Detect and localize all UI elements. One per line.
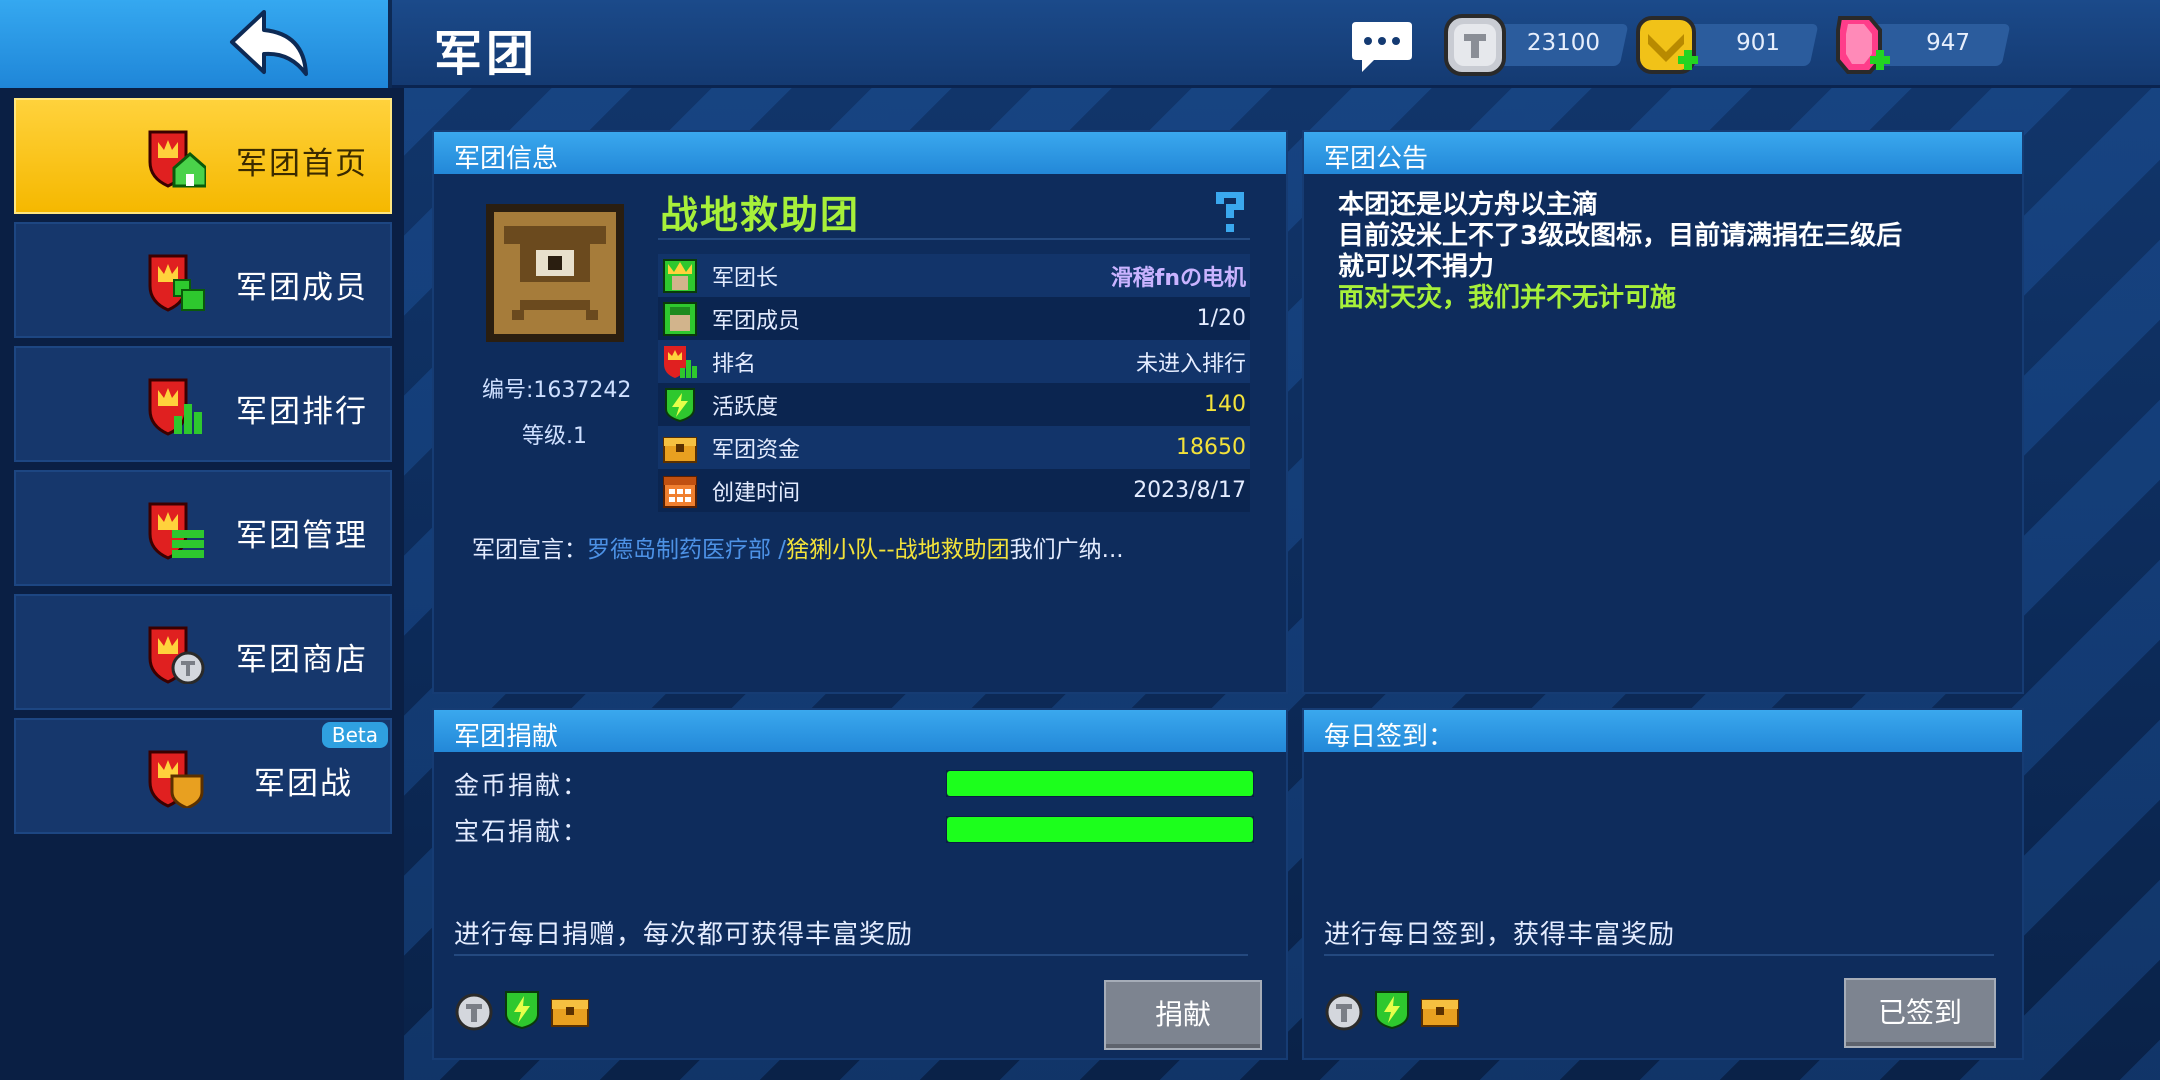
clan-notice-text: 本团还是以方舟以主滴 目前没米上不了3级改图标，目前请满捐在三级后 就可以不捐力… (1338, 190, 1988, 314)
member-icon (663, 301, 697, 336)
treasury-icon (663, 436, 697, 463)
coin-donate-progress (946, 770, 1254, 797)
gem-donate-fill (947, 817, 1253, 842)
created-date: 2023/8/17 (1133, 478, 1246, 503)
silver-coin-value: 23100 (1526, 30, 1600, 56)
activity-value: 140 (1204, 392, 1246, 417)
clan-manage-icon (148, 502, 204, 560)
sidebar-item-clan-members[interactable]: 军团成员 (14, 222, 392, 338)
sidebar-item-label: 军团首页 (236, 146, 368, 182)
gem-value: 947 (1926, 30, 1970, 56)
silver-coin-icon (455, 993, 493, 1031)
treasury-value: 18650 (1176, 435, 1246, 460)
sidebar-item-clan-manage[interactable]: 军团管理 (14, 470, 392, 586)
page-title: 军团 (434, 26, 539, 82)
row-label: 排名 (712, 351, 757, 377)
declaration-highlight: 猞猁小队--战地救助团 (786, 537, 1010, 563)
clan-home-icon (148, 130, 206, 188)
donate-button[interactable]: 捐献 (1104, 980, 1262, 1050)
sidebar-item-label: 军团成员 (236, 270, 368, 306)
top-bar: 军团 23100 901 947 (0, 0, 2160, 88)
gold-value: 901 (1736, 30, 1780, 56)
clan-info-table: 军团长 滑稽fnの电机 军团成员 1/20 排名 未进入排行 活跃度 140 军… (658, 254, 1250, 512)
info-row-rank: 排名 未进入排行 (658, 340, 1250, 383)
treasury-icon (1421, 999, 1459, 1027)
gem-donate-progress (946, 816, 1254, 843)
clan-info-header: 军团信息 (434, 132, 1286, 174)
checked-in-button[interactable]: 已签到 (1844, 978, 1996, 1048)
sidebar-item-clan-shop[interactable]: 军团商店 (14, 594, 392, 710)
clan-emblem-icon (486, 204, 624, 342)
treasury-icon (551, 999, 589, 1027)
sidebar-item-label: 军团战 (254, 766, 353, 802)
activity-icon (505, 991, 539, 1030)
calendar-icon (663, 475, 697, 508)
clan-shop-icon (148, 626, 205, 684)
activity-icon (665, 387, 695, 422)
help-icon[interactable] (1212, 186, 1248, 236)
declaration-rest: 我们广纳... (1009, 537, 1124, 563)
row-label: 创建时间 (712, 480, 801, 506)
divider (454, 954, 1248, 956)
activity-icon (1375, 991, 1409, 1030)
rank-value: 未进入排行 (1135, 351, 1246, 377)
divider (1324, 954, 1994, 956)
sidebar-item-clan-ranking[interactable]: 军团排行 (14, 346, 392, 462)
row-label: 军团成员 (712, 308, 801, 334)
sidebar-item-label: 军团排行 (236, 394, 368, 430)
pink-gem-icon[interactable] (1826, 12, 1892, 78)
clan-donate-header: 军团捐献 (434, 710, 1286, 752)
clan-declaration: 军团宣言：罗德岛制药医疗部 /猞猁小队--战地救助团我们广纳... (472, 530, 1252, 564)
checkin-hint: 进行每日签到，获得丰富奖励 (1324, 920, 1676, 950)
daily-checkin-header: 每日签到： (1304, 710, 2022, 752)
clan-members-icon (148, 254, 205, 312)
notice-line: 本团还是以方舟以主滴 (1338, 190, 1599, 220)
gold-chevron-icon[interactable] (1634, 12, 1700, 78)
clan-notice-header: 军团公告 (1304, 132, 2022, 174)
divider (658, 238, 1250, 240)
notice-highlight: 面对天灾，我们并不无计可施 (1338, 283, 1677, 313)
info-row-members: 军团成员 1/20 (658, 297, 1250, 340)
gem-donate-label: 宝石捐献： (454, 817, 590, 846)
clan-id: 编号:1637242 (482, 378, 632, 403)
notice-line: 目前没米上不了3级改图标，目前请满捐在三级后 (1338, 221, 1903, 251)
beta-badge: Beta (321, 722, 388, 748)
row-label: 军团资金 (712, 437, 801, 463)
info-row-created: 创建时间 2023/8/17 (658, 469, 1250, 512)
leader-name[interactable]: 滑稽fnの电机 (1111, 260, 1246, 292)
declaration-label: 军团宣言： (472, 537, 587, 563)
coin-donate-fill (947, 771, 1253, 796)
back-arrow-icon[interactable] (228, 8, 312, 80)
notice-line: 就可以不捐力 (1338, 252, 1495, 282)
clan-name: 战地救助团 (660, 193, 861, 237)
back-area (0, 0, 392, 88)
info-row-treasury: 军团资金 18650 (658, 426, 1250, 469)
leader-icon (663, 258, 697, 293)
declaration-text: 罗德岛制药医疗部 / (587, 537, 787, 563)
silver-coin-icon (1325, 993, 1363, 1031)
sidebar-item-clan-home[interactable]: 军团首页 (14, 98, 392, 214)
sidebar-item-label: 军团商店 (236, 642, 368, 678)
row-label: 军团长 (712, 265, 779, 291)
chat-icon[interactable] (1350, 18, 1414, 74)
row-label: 活跃度 (712, 394, 779, 420)
silver-coin-icon (1444, 14, 1506, 76)
rank-icon (664, 345, 697, 378)
clan-ranking-icon (148, 378, 202, 436)
clan-war-icon (148, 750, 204, 808)
info-row-leader: 军团长 滑稽fnの电机 (658, 254, 1250, 297)
coin-donate-label: 金币捐献： (454, 771, 590, 800)
sidebar-item-label: 军团管理 (236, 518, 368, 554)
member-count: 1/20 (1196, 306, 1246, 331)
donate-hint: 进行每日捐赠，每次都可获得丰富奖励 (454, 920, 914, 950)
info-row-activity: 活跃度 140 (658, 383, 1250, 426)
clan-level: 等级.1 (522, 424, 587, 449)
sidebar-item-clan-war[interactable]: 军团战 Beta (14, 718, 392, 834)
